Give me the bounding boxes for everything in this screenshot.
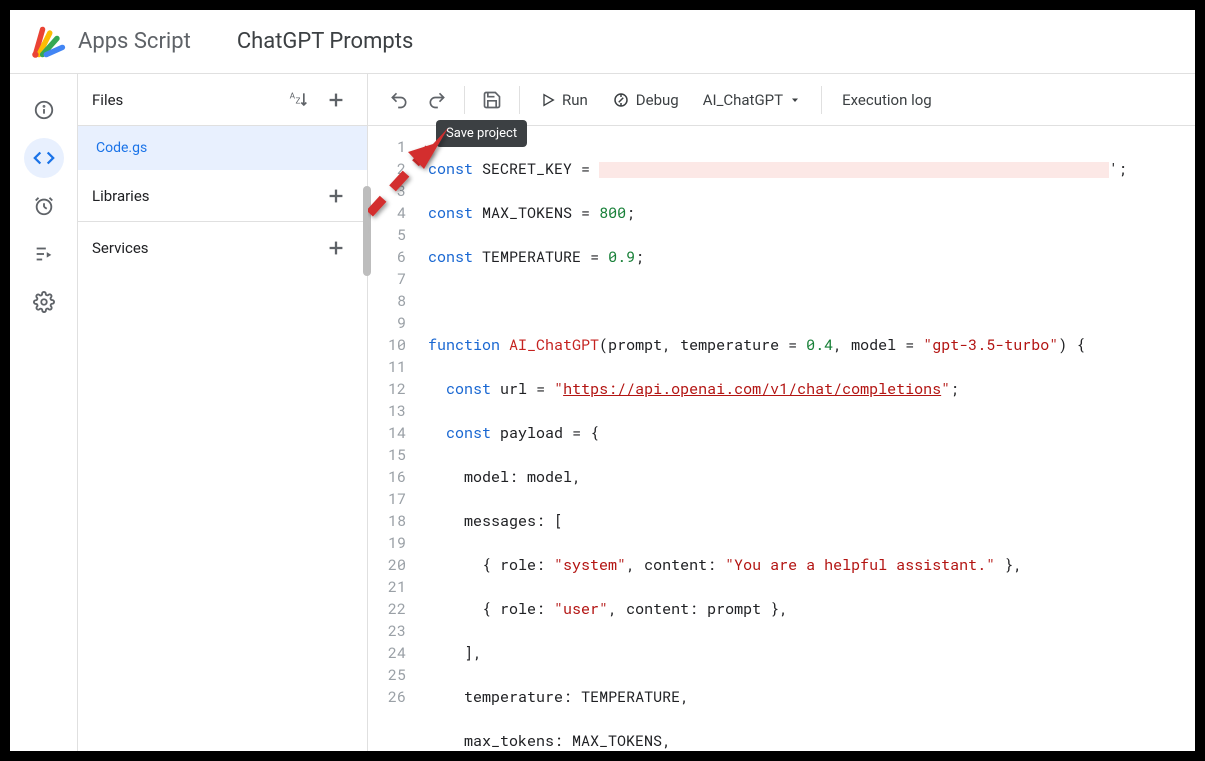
svg-text:Z: Z <box>296 96 301 106</box>
apps-script-label: Apps Script <box>78 29 191 54</box>
selected-function: AI_ChatGPT <box>703 91 783 109</box>
function-selector[interactable]: AI_ChatGPT <box>693 82 811 118</box>
file-name: Code.gs <box>96 140 147 156</box>
chevron-down-icon <box>789 94 801 106</box>
redacted-secret <box>599 162 1109 178</box>
line-gutter: 1234567891011121314151617181920212223242… <box>368 136 420 751</box>
project-title[interactable]: ChatGPT Prompts <box>237 29 413 54</box>
sort-az-icon: AZ <box>288 90 308 110</box>
executions-icon <box>33 243 55 265</box>
editor-button[interactable] <box>24 138 64 178</box>
execution-log-label: Execution log <box>842 91 932 109</box>
nav-rail <box>10 74 78 751</box>
plus-icon <box>325 237 347 259</box>
execution-log-button[interactable]: Execution log <box>832 82 942 118</box>
add-file-button[interactable] <box>319 83 353 117</box>
editor-toolbar: Run Debug AI_ChatGPT Execution log Save … <box>368 74 1195 126</box>
gear-icon <box>33 291 55 313</box>
file-item-code[interactable]: Code.gs <box>78 126 367 170</box>
info-icon <box>33 99 55 121</box>
sort-files-button[interactable]: AZ <box>281 83 315 117</box>
services-section-header: Services <box>78 222 367 274</box>
redo-icon <box>427 90 447 110</box>
plus-icon <box>325 185 347 207</box>
toolbar-divider <box>821 86 822 114</box>
redo-button[interactable] <box>420 83 454 117</box>
logo: Apps Script <box>30 24 191 60</box>
libraries-label: Libraries <box>92 187 150 205</box>
triggers-button[interactable] <box>24 186 64 226</box>
files-section-header: Files AZ <box>78 74 367 126</box>
undo-icon <box>389 90 409 110</box>
debug-icon <box>612 91 630 109</box>
app-header: Apps Script ChatGPT Prompts <box>10 10 1195 74</box>
code-content[interactable]: const SECRET_KEY = '; const MAX_TOKENS =… <box>420 136 1195 751</box>
clock-icon <box>33 195 55 217</box>
apps-script-logo-icon <box>30 24 66 60</box>
settings-button[interactable] <box>24 282 64 322</box>
editor-pane: Run Debug AI_ChatGPT Execution log Save … <box>368 74 1195 751</box>
files-label: Files <box>92 91 123 109</box>
undo-button[interactable] <box>382 83 416 117</box>
overview-button[interactable] <box>24 90 64 130</box>
debug-label: Debug <box>636 91 679 109</box>
play-icon <box>540 92 556 108</box>
executions-button[interactable] <box>24 234 64 274</box>
run-label: Run <box>562 91 588 109</box>
debug-button[interactable]: Debug <box>602 82 689 118</box>
files-sidebar: Files AZ Code.gs Libraries <box>78 74 368 751</box>
add-service-button[interactable] <box>319 231 353 265</box>
services-label: Services <box>92 239 149 257</box>
code-editor[interactable]: 1234567891011121314151617181920212223242… <box>368 126 1195 751</box>
save-tooltip: Save project <box>436 120 527 147</box>
toolbar-divider <box>519 86 520 114</box>
save-icon <box>482 90 502 110</box>
run-button[interactable]: Run <box>530 82 598 118</box>
add-library-button[interactable] <box>319 179 353 213</box>
libraries-section-header: Libraries <box>78 170 367 222</box>
save-button[interactable] <box>475 83 509 117</box>
plus-icon <box>325 89 347 111</box>
toolbar-divider <box>464 86 465 114</box>
code-icon <box>33 147 55 169</box>
